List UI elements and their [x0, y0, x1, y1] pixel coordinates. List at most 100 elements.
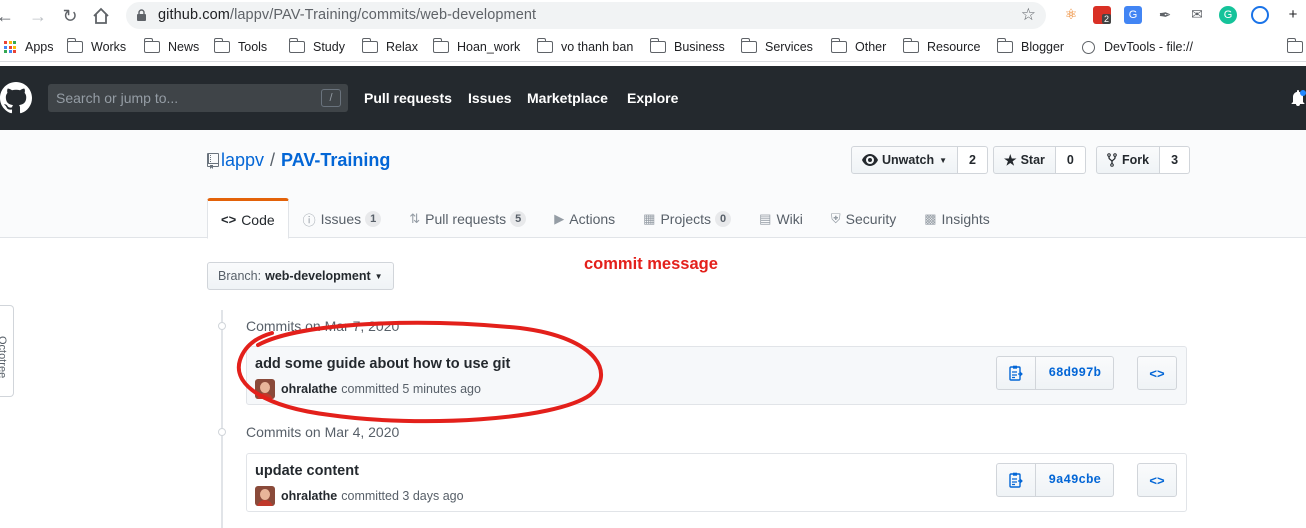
tab-actions[interactable]: ▶ Actions [540, 198, 629, 238]
bookmark-overflow[interactable] [1286, 38, 1306, 55]
nav-marketplace[interactable]: Marketplace [527, 90, 608, 106]
commit-sha-link[interactable]: 9a49cbe [1036, 463, 1114, 497]
repo-header: lappv / PAV-Training Unwatch ▼ 2 ★ Star … [0, 130, 1306, 239]
commit-author-link[interactable]: ohralathe [281, 489, 337, 503]
play-icon: ▶ [554, 211, 565, 226]
browse-repo-button[interactable]: <> [1137, 463, 1177, 497]
bookmark-works[interactable]: Works [66, 38, 126, 55]
star-count[interactable]: 0 [1055, 146, 1086, 174]
avatar[interactable] [255, 486, 275, 506]
graph-icon: ▩ [924, 211, 937, 226]
bookmark-hoan-work[interactable]: Hoan_work [432, 38, 520, 55]
home-icon[interactable] [90, 5, 112, 27]
gmail-checker-icon[interactable]: ✉ [1188, 6, 1206, 24]
nav-issues[interactable]: Issues [468, 90, 512, 106]
tab-code[interactable]: <> Code [207, 198, 289, 239]
projects-counter: 0 [715, 211, 732, 227]
tab-issues[interactable]: ⓘ Issues 1 [289, 198, 396, 238]
browser-toolbar: ← → ↻ github.com/lappv/PAV-Training/comm… [0, 0, 1306, 32]
fork-button[interactable]: Fork [1096, 146, 1161, 174]
tab-insights-label: Insights [941, 211, 990, 227]
bookmark-tools[interactable]: Tools [213, 38, 267, 55]
bookmark-apps[interactable]: Apps [4, 39, 54, 55]
sha-group: 68d997b [996, 356, 1114, 390]
tab-wiki[interactable]: ▤ Wiki [745, 198, 817, 238]
bookmark-business[interactable]: Business [649, 38, 725, 55]
folder-icon [1286, 38, 1303, 53]
nav-explore[interactable]: Explore [627, 90, 678, 106]
caret-down-icon: ▼ [374, 271, 383, 281]
bookmark-other[interactable]: Other [830, 38, 886, 55]
commit-message-link[interactable]: add some guide about how to use git [255, 356, 510, 372]
extension-network-icon[interactable]: ⚛ [1062, 6, 1080, 24]
octotree-side-tab[interactable]: Octotree [0, 305, 14, 397]
commit-author-link[interactable]: ohralathe [281, 382, 337, 396]
repo-owner-link[interactable]: lappv [221, 150, 264, 171]
tab-code-label: Code [241, 211, 275, 228]
commit-group-title: Commits on Mar 7, 2020 [246, 318, 400, 334]
folder-icon [432, 38, 449, 53]
commit-sha-link[interactable]: 68d997b [1036, 356, 1114, 390]
extension-todo-icon[interactable]: 2 [1093, 6, 1112, 24]
browse-repo-button[interactable]: <> [1137, 356, 1177, 390]
code-icon: <> [1149, 365, 1165, 381]
fork-label: Fork [1122, 153, 1150, 167]
back-arrow-icon[interactable]: ← [0, 5, 16, 27]
reload-icon[interactable]: ↻ [59, 5, 81, 27]
bookmark-devtools[interactable]: DevTools - file:// [1082, 39, 1193, 55]
commit-meta: ohralathe committed 3 days ago [255, 486, 464, 506]
fork-count[interactable]: 3 [1160, 146, 1191, 174]
bookmark-relax[interactable]: Relax [361, 38, 418, 55]
bookmark-services[interactable]: Services [740, 38, 813, 55]
copy-sha-button[interactable] [996, 463, 1037, 497]
bookmark-star-icon[interactable]: ☆ [1021, 5, 1036, 25]
address-bar[interactable]: github.com/lappv/PAV-Training/commits/we… [126, 2, 1046, 29]
branch-selector[interactable]: Branch: web-development ▼ [207, 262, 394, 290]
avatar[interactable] [255, 379, 275, 399]
code-icon: <> [1149, 472, 1165, 488]
commit-message-link[interactable]: update content [255, 463, 359, 479]
github-logo-icon[interactable] [0, 82, 32, 114]
search-shortcut-key: / [321, 89, 341, 107]
watch-count[interactable]: 2 [958, 146, 988, 174]
sha-group: 9a49cbe [996, 463, 1114, 497]
issues-counter: 1 [365, 211, 382, 227]
branch-prefix: Branch: [218, 269, 262, 283]
code-icon: <> [221, 212, 237, 227]
tab-projects[interactable]: ▦ Projects 0 [629, 198, 745, 238]
eyedropper-icon[interactable]: ✒ [1156, 6, 1174, 24]
grammarly-icon[interactable]: G [1219, 6, 1237, 24]
notification-bell-icon[interactable] [1290, 90, 1306, 106]
search-input[interactable]: Search or jump to... / [48, 84, 348, 112]
folder-icon [66, 38, 83, 53]
star-label: Star [1020, 153, 1045, 167]
unwatch-button[interactable]: Unwatch ▼ [851, 146, 959, 174]
commit-meta: ohralathe committed 5 minutes ago [255, 379, 481, 399]
github-header: Search or jump to... / Pull requests Iss… [0, 66, 1306, 130]
tab-insights[interactable]: ▩ Insights [910, 198, 1004, 238]
tab-pull-requests[interactable]: ⇅ Pull requests 5 [395, 198, 540, 238]
globe-icon [1082, 40, 1095, 54]
commit-time: 3 days ago [402, 489, 464, 503]
nav-pull-requests[interactable]: Pull requests [364, 90, 452, 106]
star-group: ★ Star 0 [993, 146, 1086, 174]
tab-security[interactable]: ⛨ Security [817, 198, 910, 238]
bookmark-study[interactable]: Study [288, 38, 345, 55]
copy-sha-button[interactable] [996, 356, 1037, 390]
bookmark-resource[interactable]: Resource [902, 38, 981, 55]
extension-circle-icon[interactable] [1251, 6, 1269, 24]
shield-icon: ⛨ [830, 211, 841, 226]
repo-name-link[interactable]: PAV-Training [281, 150, 390, 171]
tab-actions-label: Actions [569, 211, 616, 227]
bookmark-news[interactable]: News [143, 38, 199, 55]
google-translate-icon[interactable]: G [1124, 6, 1142, 24]
bookmark-blogger[interactable]: Blogger [996, 38, 1064, 55]
folder-icon [213, 38, 230, 53]
add-person-icon[interactable]: + [1284, 6, 1302, 24]
folder-icon [536, 38, 553, 53]
timeline-dot [218, 322, 226, 330]
bookmark-vo-thanh-ban[interactable]: vo thanh ban [536, 38, 633, 55]
forward-arrow-icon[interactable]: → [27, 5, 49, 27]
annotation-label: commit message [584, 255, 718, 273]
star-button[interactable]: ★ Star [993, 146, 1056, 174]
